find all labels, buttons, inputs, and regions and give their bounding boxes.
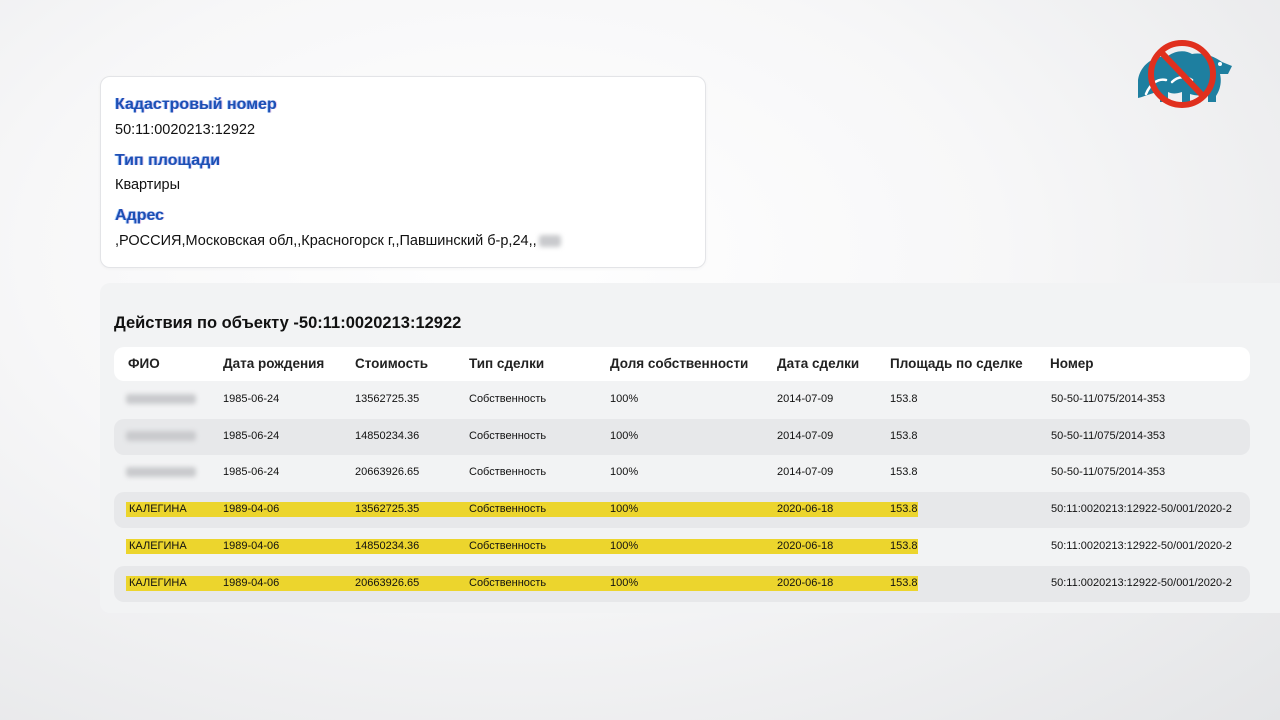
table-row-highlighted[interactable]: КАЛЕГИНА 1989-04-06 14850234.36 Собствен… [114,529,1250,565]
cell-number: 50:11:0020213:12922-50/001/2020-2 [1051,577,1232,589]
cell-share: 100% [610,393,639,405]
cell-deal-type: Собственность [469,393,547,405]
table-row[interactable]: 1985-06-24 20663926.65 Собственность 100… [114,455,1250,491]
cell-deal-type: Собственность [469,466,547,478]
cell-area: 153.8 [890,466,918,478]
cell-cost: 20663926.65 [355,577,420,589]
object-info-card: Кадастровый номер 50:11:0020213:12922 Ти… [100,76,706,268]
cell-share: 100% [610,540,639,552]
cell-number: 50-50-11/075/2014-353 [1051,430,1166,442]
redacted-fio [126,467,196,477]
cell-number: 50:11:0020213:12922-50/001/2020-2 [1051,540,1232,552]
table-header: ФИО Дата рождения Стоимость Тип сделки Д… [114,347,1250,381]
column-header-deal-area[interactable]: Площадь по сделке [890,356,1023,371]
cell-deal-date: 2020-06-18 [777,503,834,515]
cell-deal-date: 2014-07-09 [777,466,834,478]
cell-cost: 14850234.36 [355,540,420,552]
table-row[interactable]: 1985-06-24 13562725.35 Собственность 100… [114,382,1250,418]
actions-title: Действия по объекту -50:11:0020213:12922 [114,314,462,332]
column-header-birth-date[interactable]: Дата рождения [223,356,324,371]
column-header-deal-type[interactable]: Тип сделки [469,356,544,371]
cell-share: 100% [610,466,639,478]
cell-area: 153.8 [890,393,918,405]
cell-deal-date: 2014-07-09 [777,393,834,405]
cell-fio: КАЛЕГИНА [129,540,187,552]
cell-deal-type: Собственность [469,540,547,552]
cell-cost: 13562725.35 [355,503,420,515]
object-actions-panel: Действия по объекту -50:11:0020213:12922… [100,283,1280,613]
crossed-out-bear-logo-icon [1138,40,1232,108]
cell-birth-date: 1989-04-06 [223,540,280,552]
cell-area: 153.8 [890,503,918,515]
cadastral-number-label: Кадастровый номер [115,96,277,113]
column-header-fio[interactable]: ФИО [128,356,160,371]
redacted-fio [126,394,196,404]
cell-birth-date: 1985-06-24 [223,430,280,442]
table-row[interactable]: 1985-06-24 14850234.36 Собственность 100… [114,419,1250,455]
area-type-value: Квартиры [115,177,181,193]
cell-share: 100% [610,503,639,515]
redacted-fio [126,431,196,441]
column-header-number[interactable]: Номер [1050,356,1094,371]
address-label: Адрес [115,207,165,224]
cell-deal-date: 2020-06-18 [777,577,834,589]
cell-number: 50-50-11/075/2014-353 [1051,393,1166,405]
cell-area: 153.8 [890,540,918,552]
cell-share: 100% [610,430,639,442]
column-header-deal-date[interactable]: Дата сделки [777,356,859,371]
cell-deal-type: Собственность [469,430,547,442]
cell-deal-type: Собственность [469,577,547,589]
address-row: ,РОССИЯ,Московская обл,,Красногорск г,,П… [115,233,561,249]
table-row-highlighted[interactable]: КАЛЕГИНА 1989-04-06 20663926.65 Собствен… [114,566,1250,602]
column-header-cost[interactable]: Стоимость [355,356,428,371]
cell-cost: 20663926.65 [355,466,420,478]
column-header-ownership-share[interactable]: Доля собственности [610,356,748,371]
cell-deal-date: 2020-06-18 [777,540,834,552]
cell-number: 50:11:0020213:12922-50/001/2020-2 [1051,503,1232,515]
cell-birth-date: 1985-06-24 [223,393,280,405]
address-value: ,РОССИЯ,Московская обл,,Красногорск г,,П… [115,233,537,249]
cell-share: 100% [610,577,639,589]
cell-birth-date: 1989-04-06 [223,577,280,589]
cell-fio: КАЛЕГИНА [129,503,187,515]
cell-area: 153.8 [890,577,918,589]
cell-deal-type: Собственность [469,503,547,515]
area-type-label: Тип площади [115,152,221,169]
cell-area: 153.8 [890,430,918,442]
redacted-apartment [538,235,561,247]
cell-birth-date: 1989-04-06 [223,503,280,515]
cadastral-number-value: 50:11:0020213:12922 [115,122,256,138]
cell-deal-date: 2014-07-09 [777,430,834,442]
cell-birth-date: 1985-06-24 [223,466,280,478]
cell-number: 50-50-11/075/2014-353 [1051,466,1166,478]
cell-fio: КАЛЕГИНА [129,577,187,589]
cell-cost: 14850234.36 [355,430,420,442]
table-row-highlighted[interactable]: КАЛЕГИНА 1989-04-06 13562725.35 Собствен… [114,492,1250,528]
cell-cost: 13562725.35 [355,393,420,405]
